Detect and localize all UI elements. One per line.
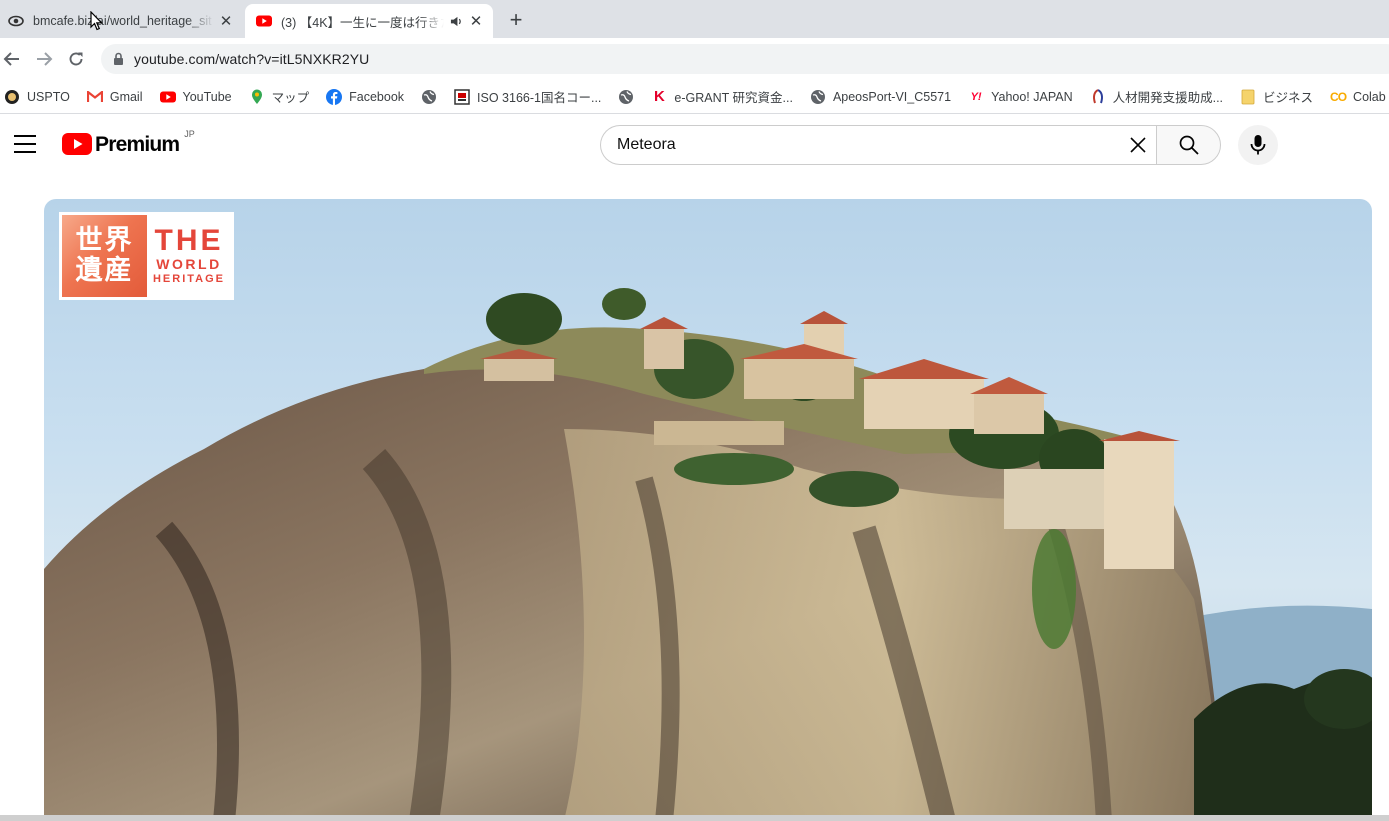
folder-icon [1240, 89, 1256, 105]
bookmark-egrant[interactable]: K e-GRANT 研究資金... [651, 87, 793, 106]
arrow-left-icon [3, 52, 19, 66]
reload-icon [69, 52, 83, 66]
badge-english: THE WORLD HERITAGE [147, 226, 231, 286]
tab-youtube[interactable]: (3) 【4K】一生に一度は行きたい世界遺産 ✕ [245, 4, 493, 38]
back-button[interactable] [0, 47, 24, 71]
page-bottom-edge [0, 815, 1389, 821]
bookmark-facebook[interactable]: Facebook [326, 88, 405, 105]
bookmark-jinzai[interactable]: 人材開発支援助成... [1090, 87, 1223, 106]
search-button[interactable] [1156, 125, 1221, 165]
yahoo-icon: Y! [970, 90, 982, 103]
globe-icon [618, 89, 634, 105]
badge-heritage: HERITAGE [152, 273, 226, 285]
close-icon [1130, 137, 1146, 153]
logo-wordmark: Premium [95, 133, 180, 156]
youtube-logo-icon [62, 133, 92, 155]
eye-icon [8, 13, 24, 29]
bookmark-label: ISO 3166-1国名コー... [477, 91, 602, 105]
search-query: Meteora [617, 136, 676, 153]
bookmark-apeosport[interactable]: ApeosPort-VI_C5571 [810, 89, 951, 105]
mouse-cursor-icon [90, 11, 103, 31]
video-player[interactable]: 世界 遺産 THE WORLD HERITAGE [44, 199, 1372, 821]
bookmarks-bar: USPTO Gmail YouTube マップ Facebook ISO 316… [0, 80, 1389, 114]
forward-button[interactable] [32, 47, 56, 71]
k-icon: K [653, 88, 665, 105]
arrow-right-icon [37, 52, 53, 66]
new-tab-button[interactable]: + [504, 8, 528, 32]
video-frame-meteora-monastery [44, 288, 1372, 821]
clear-search-button[interactable] [1126, 133, 1150, 157]
tab-bmcafe[interactable]: bmcafe.biz/ai/world_heritage_sit ✕ [0, 4, 243, 38]
bookmark-globe-2[interactable] [618, 89, 641, 105]
uspto-icon [4, 89, 20, 105]
badge-kanji-top: 世界 [75, 225, 134, 256]
bookmark-iso[interactable]: ISO 3166-1国名コー... [454, 87, 601, 106]
close-tab-icon[interactable]: ✕ [218, 13, 234, 30]
search-icon [1179, 135, 1199, 155]
search-input[interactable]: Meteora [600, 125, 1156, 165]
gmail-icon [86, 89, 103, 105]
bookmark-maps[interactable]: マップ [249, 87, 310, 106]
bookmark-label: Yahoo! JAPAN [991, 89, 1073, 104]
bookmark-uspto[interactable]: USPTO [4, 89, 70, 105]
bookmark-label: e-GRANT 研究資金... [674, 91, 793, 105]
bookmark-colab[interactable]: CO Colab [1330, 89, 1386, 105]
region-code: JP [184, 129, 195, 139]
bookmark-label: マップ [271, 91, 310, 105]
badge-the: THE [154, 224, 224, 257]
tab-title: bmcafe.biz/ai/world_heritage_sit [33, 14, 212, 28]
colab-icon: CO [1330, 89, 1347, 104]
youtube-icon [256, 13, 272, 29]
browser-tab-strip: bmcafe.biz/ai/world_heritage_sit ✕ (3) 【… [0, 0, 1389, 38]
bookmark-label: 人材開発支援助成... [1112, 91, 1224, 105]
tab-title: (3) 【4K】一生に一度は行きたい世界遺産 [281, 15, 444, 30]
bookmark-folder-business[interactable]: ビジネス [1240, 87, 1313, 106]
youtube-premium-logo[interactable]: Premium JP [62, 129, 195, 157]
bookmark-label: Gmail [109, 89, 143, 104]
badge-world: WORLD [156, 256, 222, 272]
maps-pin-icon [249, 89, 265, 105]
gov-icon [1090, 88, 1106, 105]
bookmark-youtube[interactable]: YouTube [159, 89, 232, 105]
badge-kanji-bottom: 遺産 [75, 255, 134, 286]
bookmark-label: Colab [1353, 89, 1386, 104]
microphone-icon [1250, 135, 1266, 155]
bookmark-label: YouTube [182, 89, 232, 104]
bookmark-label: ビジネス [1263, 91, 1314, 105]
menu-icon[interactable] [14, 135, 36, 153]
bookmark-label: USPTO [27, 89, 70, 104]
lock-icon [114, 52, 123, 65]
bookmark-label: ApeosPort-VI_C5571 [832, 89, 952, 104]
youtube-icon [159, 89, 176, 105]
iso-icon [454, 88, 470, 105]
globe-icon [810, 89, 826, 105]
reload-button[interactable] [64, 47, 88, 71]
voice-search-button[interactable] [1238, 125, 1278, 165]
bookmark-globe-1[interactable] [421, 89, 444, 105]
speaker-icon[interactable] [448, 13, 464, 29]
globe-icon [421, 89, 437, 105]
facebook-icon [326, 88, 343, 105]
url-text: youtube.com/watch?v=itL5NXKR2YU [134, 51, 370, 67]
badge-kanji: 世界 遺産 [62, 215, 147, 297]
bookmark-label: Facebook [349, 89, 405, 104]
youtube-masthead: Premium JP Meteora [0, 115, 1389, 175]
bookmark-gmail[interactable]: Gmail [86, 89, 143, 105]
bookmark-yahoo[interactable]: Y! Yahoo! JAPAN [968, 89, 1073, 105]
world-heritage-badge: 世界 遺産 THE WORLD HERITAGE [59, 212, 234, 300]
browser-toolbar: youtube.com/watch?v=itL5NXKR2YU [0, 38, 1389, 80]
address-bar[interactable]: youtube.com/watch?v=itL5NXKR2YU [101, 44, 1389, 74]
close-tab-icon[interactable]: ✕ [468, 13, 484, 30]
